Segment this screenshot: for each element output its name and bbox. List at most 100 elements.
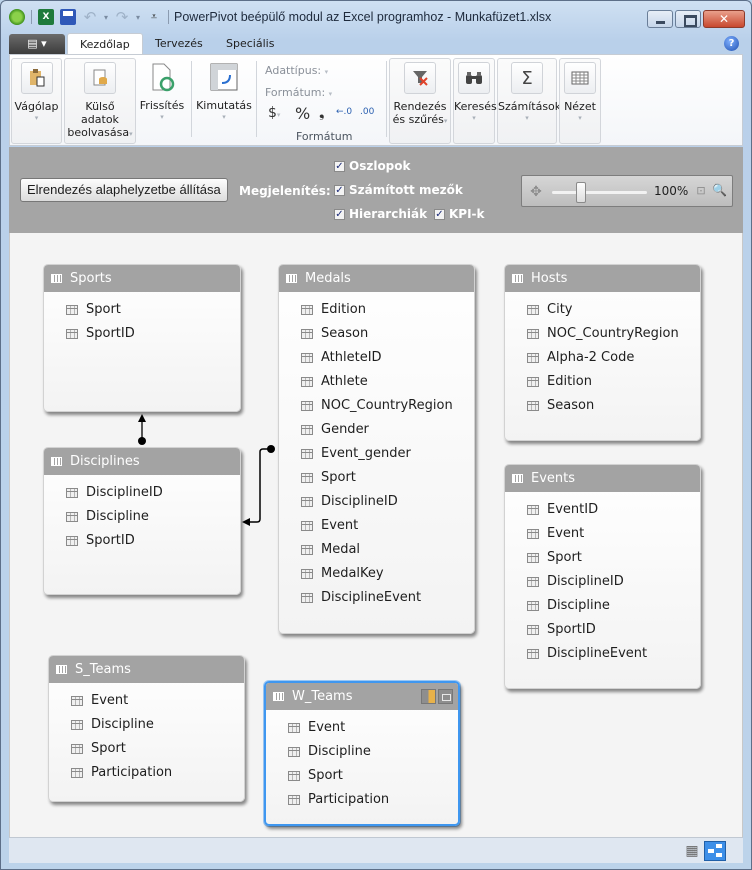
window-controls: ✕	[647, 10, 745, 28]
zoom-control: ✥ 100% ⊡ 🔍	[521, 175, 733, 207]
view-group: Nézet ▾	[559, 58, 601, 144]
sum-icon: Σ	[511, 62, 543, 94]
view-button[interactable]: Nézet ▾	[560, 62, 600, 123]
clipboard-icon	[20, 62, 53, 94]
dropdown-arrow-icon: ▾	[324, 68, 329, 76]
clipboard-label: Vágólap	[14, 100, 59, 113]
view-label: Nézet	[564, 100, 596, 113]
checkbox-icon[interactable]: ✓	[334, 208, 345, 220]
dropdown-arrow-icon: ▾	[578, 114, 582, 122]
ribbon: Vágólap ▾ Külső adatok beolvasása▾ Friss…	[9, 54, 743, 146]
format-label: Formátum:	[265, 86, 326, 99]
refresh-label: Frissítés	[139, 99, 185, 112]
increase-decimal-button[interactable]: ←.0	[336, 107, 352, 117]
pivot-table-button[interactable]: Kimutatás ▾	[196, 61, 252, 122]
diagram-canvas[interactable]: Sports Sport SportID Disciplines Discipl…	[9, 233, 743, 837]
save-icon[interactable]	[60, 9, 76, 25]
reset-layout-button[interactable]: Elrendezés alaphelyzetbe állítása	[20, 178, 228, 202]
checkbox-icon[interactable]: ✓	[434, 208, 445, 220]
diagram-toolbar: Elrendezés alaphelyzetbe állítása Megjel…	[9, 147, 743, 233]
clipboard-group: Vágólap ▾	[11, 58, 62, 144]
format-group-label: Formátum	[296, 130, 353, 143]
checkbox-icon[interactable]: ✓	[334, 160, 345, 172]
checkbox-icon[interactable]: ✓	[334, 184, 345, 196]
relationship-medals-disciplines[interactable]	[242, 445, 275, 526]
checkbox-label: Oszlopok	[349, 159, 411, 173]
dropdown-arrow-icon: ▾	[129, 130, 133, 138]
tab-home[interactable]: Kezdőlap	[67, 33, 143, 55]
filter-clear-icon	[404, 62, 436, 94]
status-bar: ▦	[9, 837, 743, 863]
sort-filter-group: Rendezés és szűrés▾	[389, 58, 451, 144]
sort-filter-label-line1: Rendezés	[393, 100, 447, 113]
format-dropdown[interactable]: Formátum: ▾	[265, 86, 332, 99]
separator	[386, 61, 387, 137]
separator	[256, 61, 257, 137]
view-grid-icon	[564, 62, 596, 94]
checkbox-label: Hierarchiák	[349, 207, 428, 221]
customize-qat-icon[interactable]: ⩡	[146, 9, 162, 25]
calculations-button[interactable]: Σ Számítások ▾	[498, 62, 561, 123]
find-button[interactable]: Keresés ▾	[454, 62, 497, 123]
excel-icon[interactable]: X	[38, 9, 54, 25]
separator	[168, 10, 170, 24]
checkbox-hierarchies[interactable]: ✓ Hierarchiák	[334, 207, 427, 221]
undo-dropdown-icon[interactable]: ▾	[104, 13, 108, 22]
separator	[31, 10, 32, 24]
dropdown-arrow-icon: ▾	[443, 117, 448, 125]
sort-filter-button[interactable]: Rendezés és szűrés▾	[390, 62, 450, 128]
zoom-value: 100%	[654, 184, 689, 198]
maximize-button[interactable]	[675, 10, 701, 28]
dropdown-arrow-icon: ▾	[276, 111, 281, 119]
zoom-selection-icon[interactable]: 🔍	[712, 183, 728, 199]
undo-icon[interactable]: ↶	[82, 9, 98, 25]
redo-icon[interactable]: ↷	[114, 9, 130, 25]
checkbox-columns[interactable]: ✓ Oszlopok	[334, 159, 411, 173]
dropdown-arrow-icon: ▾	[222, 113, 226, 121]
relationship-disciplines-sports[interactable]	[138, 414, 146, 445]
diagram-view-button[interactable]	[704, 841, 726, 861]
zoom-slider-thumb[interactable]	[575, 182, 586, 203]
data-type-label: Adattípus:	[265, 64, 322, 77]
checkbox-kpis[interactable]: ✓ KPI-k	[434, 207, 485, 221]
pan-icon[interactable]: ✥	[528, 184, 544, 200]
dropdown-arrow-icon: ▾	[525, 114, 529, 122]
tab-advanced[interactable]: Speciális	[214, 33, 286, 55]
dropdown-arrow-icon: ▾	[34, 114, 39, 122]
comma-style-button[interactable]: ❟	[319, 105, 325, 121]
powerpivot-window: X ↶ ▾ ↷ ▾ ⩡ PowerPivot beépülő modul az …	[0, 0, 752, 870]
external-data-label-line1: Külső adatok	[81, 100, 119, 126]
fit-to-screen-icon[interactable]: ⊡	[694, 184, 708, 198]
dropdown-arrow-icon: ▾	[160, 113, 164, 121]
close-button[interactable]: ✕	[703, 10, 745, 28]
currency-icon: $	[268, 105, 277, 121]
relationship-lines	[138, 414, 275, 526]
sort-filter-label-line2: és szűrés	[392, 113, 444, 126]
find-label: Keresés	[454, 100, 497, 113]
help-icon[interactable]: ?	[724, 36, 739, 51]
refresh-icon	[146, 61, 178, 93]
file-menu-button[interactable]: ▤ ▾	[9, 34, 65, 54]
currency-button[interactable]: $▾	[268, 105, 280, 121]
get-external-data-button[interactable]: Külső adatok beolvasása▾	[65, 62, 135, 141]
calculations-label: Számítások	[498, 100, 562, 113]
minimize-button[interactable]	[647, 10, 673, 28]
window-title: PowerPivot beépülő modul az Excel progra…	[174, 10, 552, 24]
zoom-slider-track[interactable]	[552, 191, 647, 194]
checkbox-calculated-fields[interactable]: ✓ Számított mezők	[334, 183, 463, 197]
percent-button[interactable]: %	[295, 104, 310, 123]
redo-dropdown-icon[interactable]: ▾	[136, 13, 140, 22]
tab-design[interactable]: Tervezés	[143, 33, 215, 55]
clipboard-button[interactable]: Vágólap ▾	[12, 62, 61, 123]
powerpivot-app-icon[interactable]	[9, 9, 25, 25]
checkbox-label: KPI-k	[449, 207, 485, 221]
show-label: Megjelenítés:	[239, 184, 331, 198]
title-bar: X ↶ ▾ ↷ ▾ ⩡ PowerPivot beépülő modul az …	[1, 1, 751, 33]
find-group: Keresés ▾	[453, 58, 497, 144]
data-type-dropdown[interactable]: Adattípus: ▾	[265, 64, 328, 77]
ribbon-tabs: ▤ ▾ Kezdőlap Tervezés Speciális ?	[9, 33, 743, 55]
pivot-table-icon	[208, 61, 240, 93]
data-view-button[interactable]: ▦	[681, 841, 703, 861]
refresh-button[interactable]: Frissítés ▾	[138, 61, 186, 122]
decrease-decimal-button[interactable]: .00	[360, 107, 374, 117]
